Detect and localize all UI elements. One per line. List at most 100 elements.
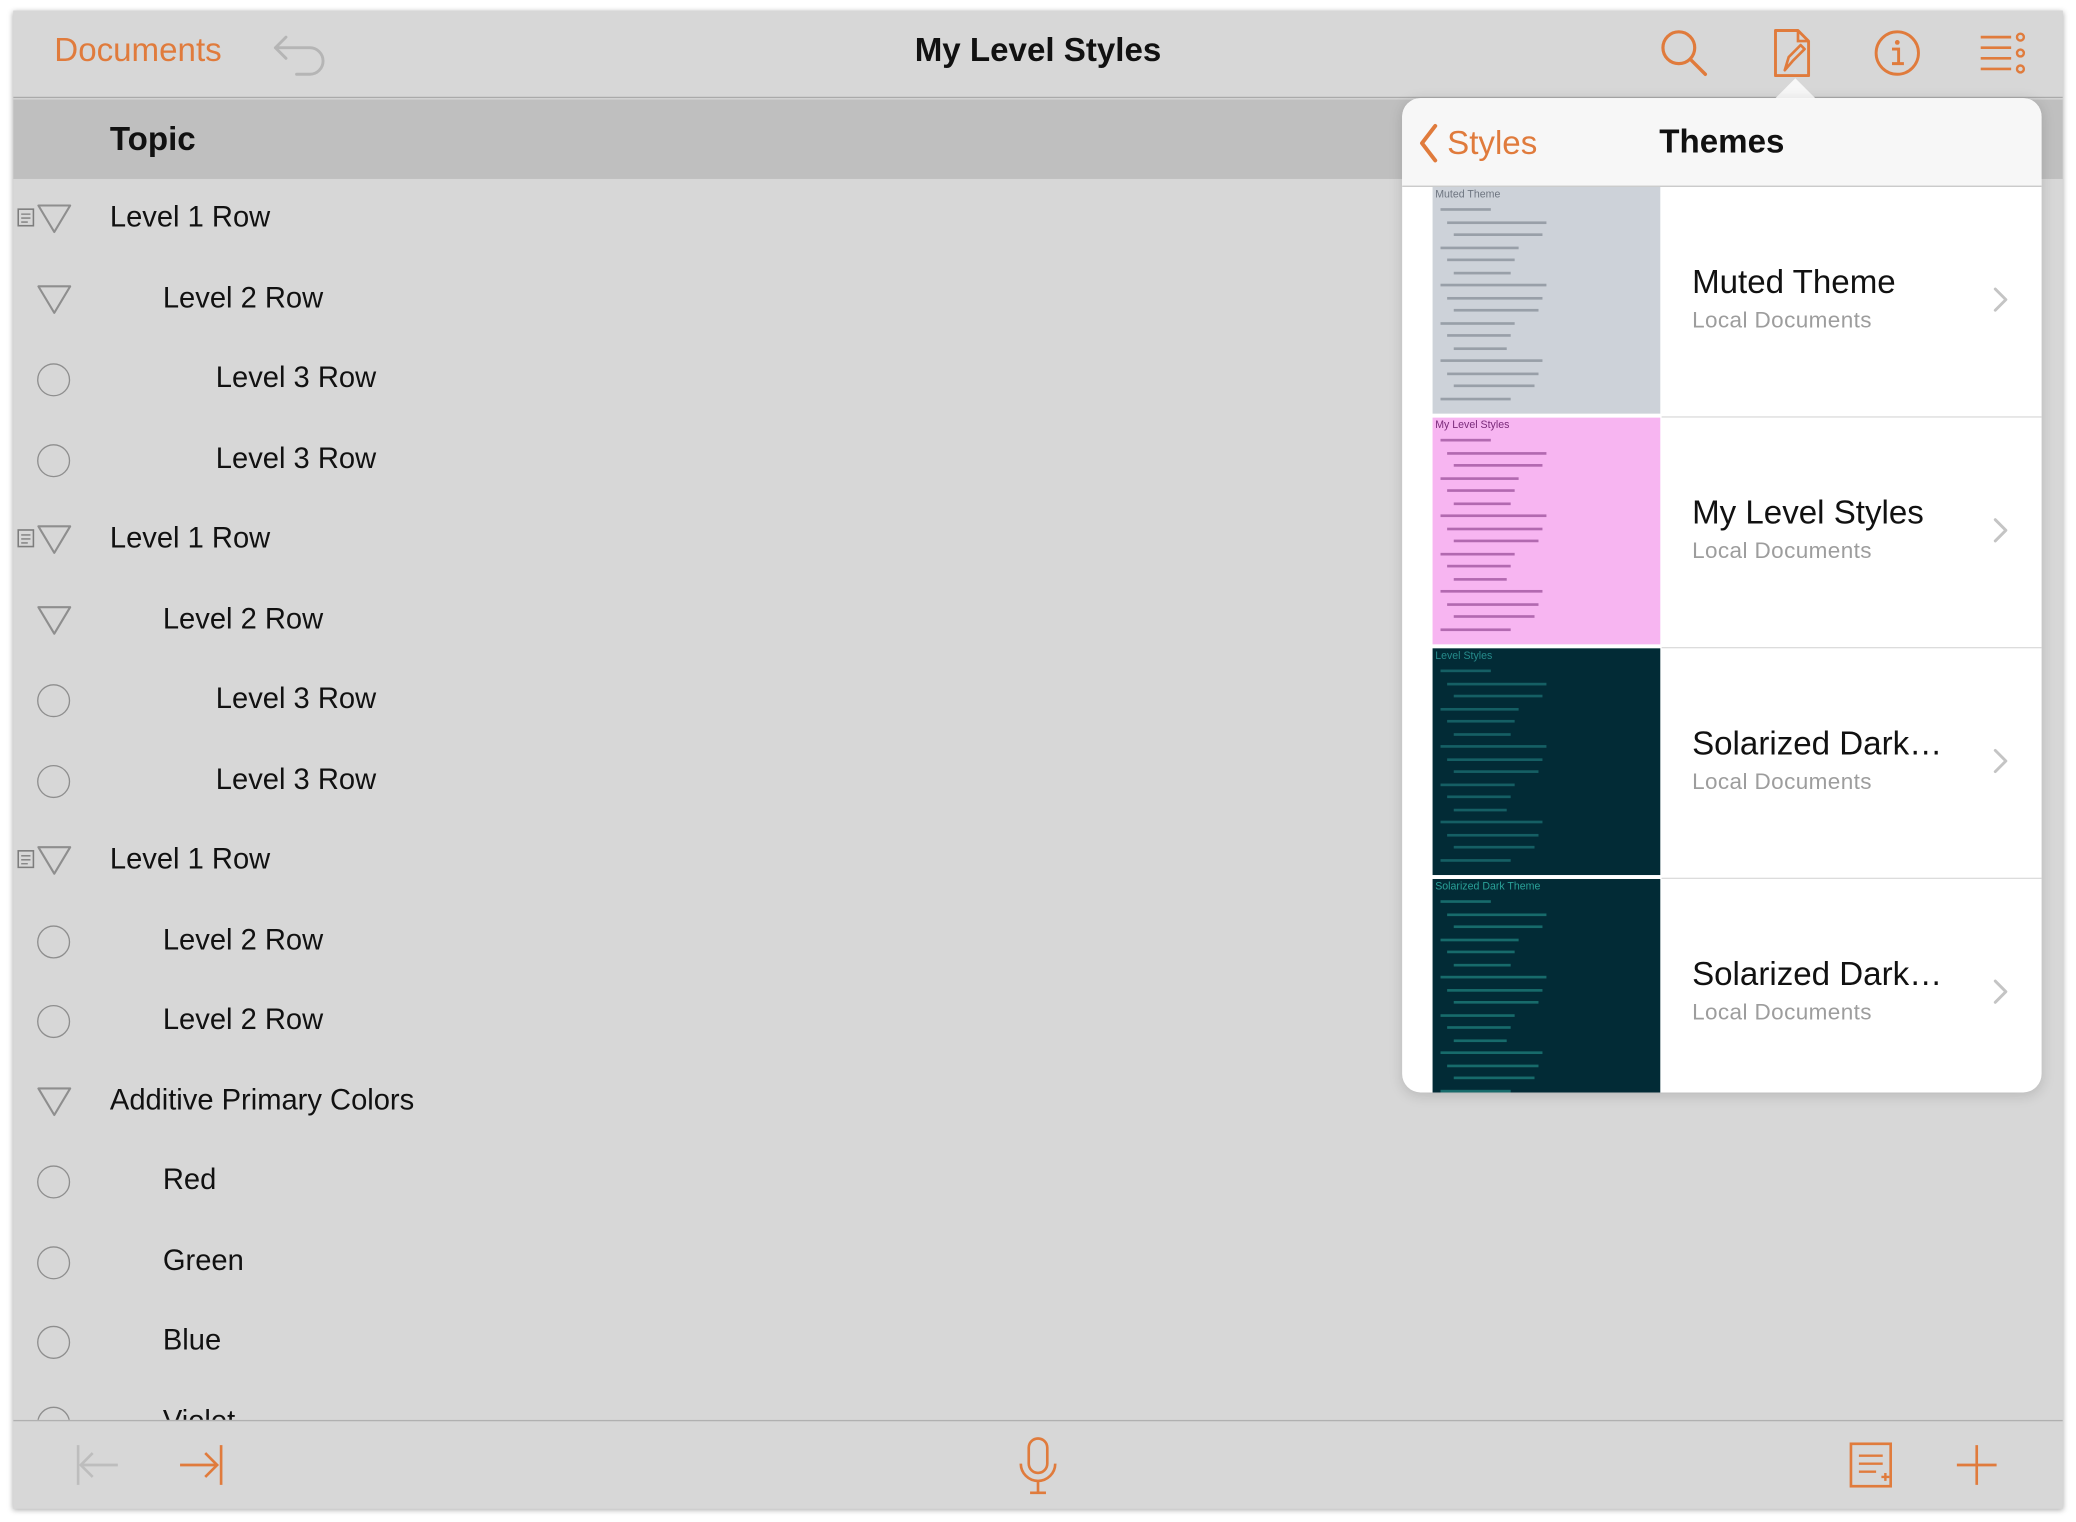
thumbnail-line [1440, 397, 1511, 400]
row-label[interactable]: Level 3 Row [216, 762, 376, 796]
theme-name: Solarized Dark… [1692, 725, 1943, 763]
thumbnail-line [1447, 334, 1511, 337]
row-handle-circle-icon[interactable] [37, 684, 71, 718]
themes-popover: Styles Themes Muted Theme Muted Theme Loca… [1402, 98, 2042, 1093]
thumbnail-line [1440, 1089, 1511, 1092]
row-handle-circle-icon[interactable] [37, 1245, 71, 1279]
thumbnail-line [1440, 245, 1519, 249]
add-icon[interactable] [1954, 1442, 1999, 1487]
row-handle-circle-icon[interactable] [37, 1165, 71, 1199]
row-label[interactable]: Level 1 Row [110, 842, 270, 876]
row-handle-circle-icon[interactable] [37, 764, 71, 798]
theme-item[interactable]: My Level Styles My Level Styles Local Docu… [1402, 417, 2042, 649]
row-handle-circle-icon[interactable] [37, 363, 71, 397]
disclosure-triangle-icon[interactable] [36, 603, 73, 637]
theme-item[interactable]: Muted Theme Muted Theme Local Documents [1402, 186, 2042, 418]
thumbnail-line [1440, 476, 1519, 480]
disclosure-triangle-icon[interactable] [36, 843, 73, 877]
theme-name: Muted Theme [1692, 263, 1896, 301]
thumbnail-line [1453, 808, 1507, 811]
microphone-icon[interactable] [1014, 1435, 1062, 1499]
theme-location: Local Documents [1692, 307, 1872, 333]
thumbnail-line [1440, 552, 1515, 555]
row-label[interactable]: Red [163, 1163, 216, 1197]
bottom-toolbar [13, 1419, 2063, 1509]
outline-row[interactable]: Violet [13, 1382, 2063, 1420]
thumbnail-line [1440, 858, 1511, 862]
theme-location: Local Documents [1692, 999, 1872, 1025]
thumbnail-line [1453, 845, 1535, 849]
thumbnail-line [1440, 283, 1547, 287]
row-label[interactable]: Level 2 Row [163, 601, 323, 635]
indent-icon[interactable] [177, 1442, 225, 1487]
thumbnail-line [1453, 925, 1543, 929]
theme-item[interactable]: Level Styles Solarized Dark… Local Documen… [1402, 648, 2042, 880]
row-label[interactable]: Level 2 Row [163, 1002, 323, 1036]
thumbnail-line [1440, 900, 1491, 903]
chevron-right-icon [1993, 287, 2008, 312]
disclosure-triangle-icon[interactable] [36, 1084, 73, 1118]
theme-name: My Level Styles [1692, 494, 1924, 532]
row-handle-circle-icon[interactable] [37, 1406, 71, 1420]
thumbnail-line [1453, 694, 1543, 698]
thumbnail-line [1453, 770, 1539, 773]
thumbnail-line [1453, 308, 1539, 312]
thumbnail-line [1453, 577, 1507, 581]
thumbnail-line [1453, 615, 1535, 618]
thumbnail-line [1447, 564, 1511, 568]
thumbnail-line [1440, 359, 1543, 362]
row-label[interactable]: Additive Primary Colors [110, 1083, 414, 1117]
row-handle-circle-icon[interactable] [37, 443, 71, 477]
thumbnail-line [1447, 1063, 1539, 1067]
app-window: Documents My Level Styles Topic Level 1 … [13, 10, 2063, 1509]
chevron-right-icon [1993, 748, 2008, 774]
thumbnail-line [1447, 220, 1547, 224]
thumbnail-title: Level Styles [1435, 649, 1493, 662]
row-label[interactable]: Level 3 Row [216, 681, 376, 715]
note-icon[interactable] [1847, 1440, 1895, 1490]
thumbnail-line [1447, 451, 1547, 455]
row-label[interactable]: Level 2 Row [163, 280, 323, 314]
thumbnail-line [1453, 464, 1543, 467]
row-label[interactable]: Level 1 Row [110, 200, 270, 234]
disclosure-triangle-icon[interactable] [36, 282, 73, 316]
thumbnail-line [1447, 950, 1515, 954]
row-label[interactable]: Level 2 Row [163, 922, 323, 956]
row-label[interactable]: Level 3 Row [216, 361, 376, 395]
thumbnail-line [1447, 489, 1515, 492]
outdent-icon[interactable] [74, 1442, 122, 1487]
row-label[interactable]: Level 1 Row [110, 521, 270, 555]
row-handle-circle-icon[interactable] [37, 1004, 71, 1039]
thumbnail-line [1440, 938, 1519, 941]
row-label[interactable]: Level 3 Row [216, 441, 376, 475]
thumbnail-line [1447, 602, 1539, 606]
thumbnail-line [1440, 208, 1491, 211]
disclosure-triangle-icon[interactable] [36, 522, 73, 556]
row-handle-circle-icon[interactable] [37, 924, 71, 958]
note-indicator-icon[interactable] [17, 529, 35, 548]
style-brush-icon[interactable] [1765, 27, 1818, 80]
thumbnail-line [1440, 782, 1515, 786]
outline-menu-icon[interactable] [1977, 27, 2030, 80]
note-indicator-icon[interactable] [17, 850, 35, 869]
row-label[interactable]: Green [163, 1243, 244, 1277]
thumbnail-line [1447, 527, 1543, 530]
disclosure-triangle-icon[interactable] [36, 202, 73, 236]
outline-row[interactable]: Blue [13, 1302, 2063, 1382]
theme-thumbnail: Solarized Dark Theme [1432, 879, 1661, 1093]
theme-thumbnail: My Level Styles [1432, 417, 1661, 645]
note-indicator-icon[interactable] [17, 208, 35, 227]
row-label[interactable]: Blue [163, 1323, 221, 1357]
thumbnail-line [1447, 371, 1539, 375]
thumbnail-line [1440, 1013, 1515, 1017]
outline-row[interactable]: Red [13, 1142, 2063, 1222]
search-icon[interactable] [1658, 27, 1711, 80]
theme-thumbnail: Level Styles [1432, 648, 1661, 876]
info-icon[interactable] [1871, 27, 1924, 80]
thumbnail-line [1440, 627, 1511, 631]
theme-item[interactable]: Solarized Dark Theme Solarized Dark… Local… [1402, 879, 2041, 1093]
row-label[interactable]: Violet [163, 1403, 235, 1420]
outline-row[interactable]: Green [13, 1222, 2063, 1302]
thumbnail-line [1453, 1038, 1507, 1042]
row-handle-circle-icon[interactable] [37, 1325, 71, 1359]
